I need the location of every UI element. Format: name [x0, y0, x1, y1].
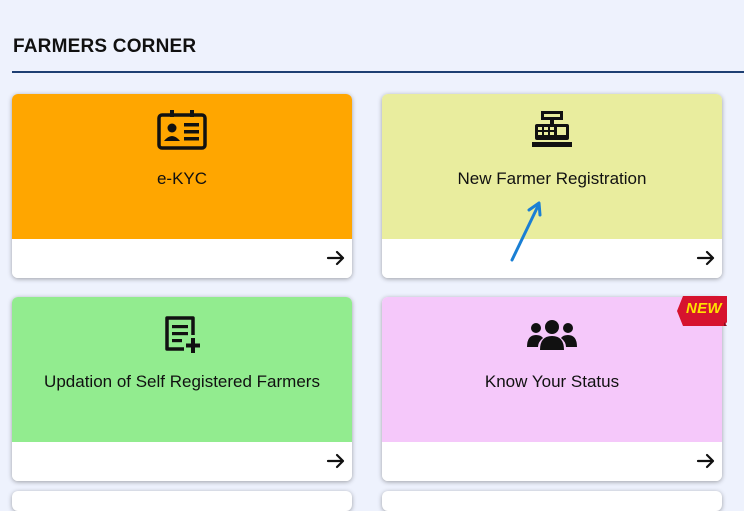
arrow-right-icon[interactable] [326, 248, 346, 268]
arrow-right-icon[interactable] [696, 248, 716, 268]
arrow-right-icon[interactable] [696, 451, 716, 471]
card-know-your-status-footer [382, 442, 722, 481]
card-new-farmer-registration[interactable]: New Farmer Registration [382, 94, 722, 278]
card-know-your-status[interactable]: Know Your Status [382, 297, 722, 481]
id-card-icon [157, 110, 207, 150]
card-ekyc-label: e-KYC [156, 169, 208, 188]
card-new-farmer-registration-footer [382, 239, 722, 278]
card-new-farmer-registration-header: New Farmer Registration [382, 94, 722, 239]
card-know-your-status-label: Know Your Status [484, 372, 620, 391]
card-updation-self-registered-footer [12, 442, 352, 481]
card-updation-self-registered-header: Updation of Self Registered Farmers [12, 297, 352, 442]
card-ekyc[interactable]: e-KYC [12, 94, 352, 278]
cash-register-icon [532, 111, 572, 147]
arrow-right-icon[interactable] [326, 451, 346, 471]
card-new-farmer-registration-label: New Farmer Registration [457, 169, 647, 188]
card-know-your-status-header: Know Your Status [382, 297, 722, 442]
blue-arrow-icon [510, 201, 542, 262]
users-icon [527, 320, 577, 350]
card-ekyc-footer [12, 239, 352, 278]
page-title: FARMERS CORNER [13, 36, 197, 57]
card-partial[interactable] [382, 491, 722, 511]
title-divider [12, 71, 744, 73]
card-partial[interactable] [12, 491, 352, 511]
new-badge-label: NEW [686, 300, 722, 317]
card-updation-self-registered[interactable]: Updation of Self Registered Farmers [12, 297, 352, 481]
card-ekyc-header: e-KYC [12, 94, 352, 239]
card-updation-self-registered-label: Updation of Self Registered Farmers [44, 372, 320, 391]
edit-document-icon [165, 316, 200, 353]
